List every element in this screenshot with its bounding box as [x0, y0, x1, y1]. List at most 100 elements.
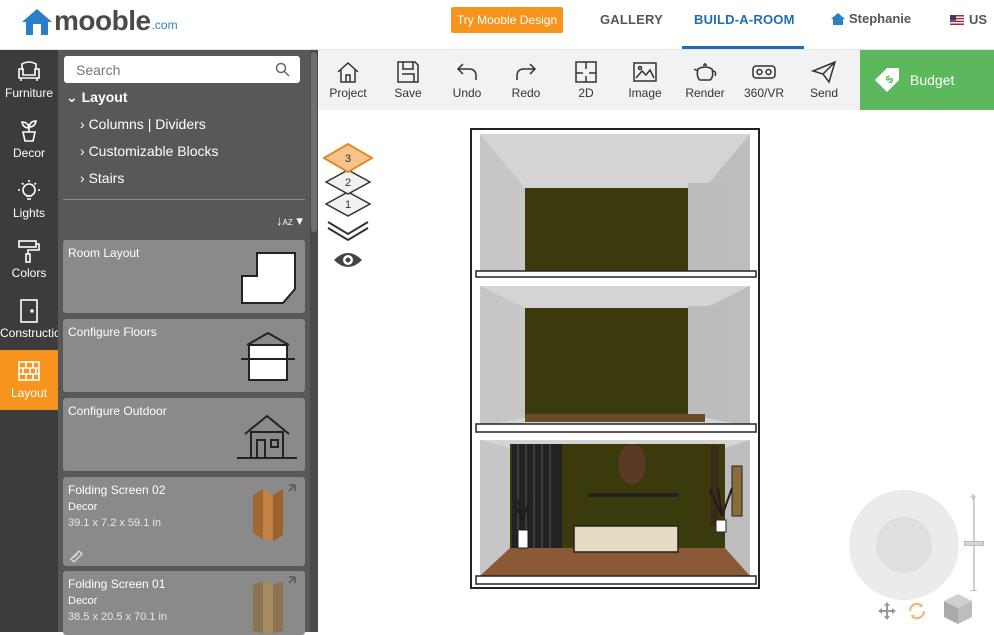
card-configure-outdoor[interactable]: Configure Outdoor [63, 398, 305, 471]
search-box [64, 56, 300, 83]
teapot-icon [693, 63, 717, 81]
category-label: Lights [12, 206, 46, 220]
door-icon [20, 299, 38, 323]
rotate-icon[interactable] [906, 600, 928, 622]
active-nav-underline [682, 46, 804, 49]
nav-build-a-room[interactable]: BUILD-A-ROOM [694, 12, 795, 27]
floor-plan-icon [575, 61, 597, 83]
mooble-logo[interactable]: mooble .com [20, 5, 178, 37]
house-logo-icon [22, 9, 52, 35]
search-icon[interactable] [275, 62, 290, 77]
tree-layout-toggle[interactable]: ⌄ Layout [66, 89, 128, 106]
card-title: Configure Floors [68, 325, 157, 339]
category-lights[interactable]: Lights [0, 170, 58, 230]
sort-icon[interactable]: ↓AZ ▾ [276, 213, 303, 229]
zoom-in-icon[interactable]: + [969, 489, 977, 504]
360-vr-button[interactable]: 360/VR [734, 50, 794, 110]
category-label: Decor [12, 146, 45, 160]
level-2[interactable]: 2 [324, 169, 372, 195]
card-configure-floors[interactable]: Configure Floors [63, 319, 305, 392]
tree-item-label: Customizable Blocks [88, 143, 219, 159]
tool-label: Project [329, 86, 367, 100]
bulb-icon [18, 180, 40, 200]
category-label: Furniture [4, 86, 54, 100]
redo-icon [516, 63, 537, 80]
eye-icon[interactable] [332, 248, 364, 272]
category-sidebar: Furniture Decor Lights Colors Constructi… [0, 50, 67, 632]
redo-button[interactable]: Redo [496, 50, 556, 110]
floppy-disk-icon [397, 61, 419, 83]
ruler-icon[interactable] [69, 549, 83, 563]
save-button[interactable]: Save [378, 50, 438, 110]
user-menu[interactable]: Stephanie [830, 11, 911, 26]
language-label: US [969, 12, 988, 27]
nav-gallery[interactable]: GALLERY [600, 12, 663, 27]
project-button[interactable]: Project [318, 50, 378, 110]
category-colors[interactable]: Colors [0, 230, 58, 290]
card-room-layout[interactable]: Room Layout [63, 240, 305, 313]
2d-view-button[interactable]: 2D [556, 50, 616, 110]
image-button[interactable]: Image [615, 50, 675, 110]
plant-icon [21, 120, 37, 142]
image-icon [633, 62, 657, 82]
panel-scrollbar-thumb[interactable] [311, 52, 317, 232]
tool-label: Image [628, 86, 662, 100]
undo-icon [456, 63, 477, 80]
zoom-slider-handle[interactable] [964, 541, 984, 546]
try-mooble-design-button[interactable]: Try Mooble Design [451, 7, 563, 33]
logo-suffix: .com [151, 18, 178, 32]
price-tag-icon: $ [875, 68, 899, 92]
tree-item-stairs[interactable]: › Stairs [80, 170, 124, 186]
render-button[interactable]: Render [675, 50, 735, 110]
tool-label: Undo [452, 86, 482, 100]
category-decor[interactable]: Decor [0, 110, 58, 170]
joystick-center[interactable] [876, 517, 932, 573]
chevron-down-icon: ⌄ [66, 89, 78, 105]
floor-1-room [475, 440, 757, 585]
card-title: Folding Screen 02 [68, 483, 166, 497]
level-3[interactable]: 3 [322, 142, 374, 174]
cube-view-icon[interactable] [942, 592, 974, 626]
tool-label: 360/VR [743, 86, 785, 100]
orbit-joystick[interactable] [849, 490, 959, 600]
budget-button[interactable]: $ Budget [860, 50, 994, 110]
tree-head-label: Layout [81, 89, 128, 105]
language-selector[interactable]: US [950, 12, 987, 27]
category-label: Colors [11, 266, 47, 280]
level-3-label: 3 [345, 153, 351, 165]
level-selector[interactable]: 1 2 3 [322, 140, 378, 244]
tree-item-customizable-blocks[interactable]: › Customizable Blocks [80, 143, 219, 159]
card-category: Decor [68, 595, 98, 607]
room-layout-icon [241, 252, 296, 304]
category-construction[interactable]: Construction [0, 290, 67, 350]
level-1[interactable]: 1 [324, 191, 372, 217]
category-furniture[interactable]: Furniture [0, 50, 58, 110]
search-input[interactable] [64, 56, 264, 83]
card-dimensions: 38.5 x 20.5 x 70.1 in [68, 611, 168, 623]
home-icon [337, 61, 359, 83]
tree-item-label: Columns | Dividers [88, 116, 206, 132]
level-1-label: 1 [345, 199, 351, 211]
tree-item-columns-dividers[interactable]: › Columns | Dividers [80, 116, 206, 132]
tool-label: Render [685, 86, 725, 100]
pan-icon[interactable] [876, 600, 898, 622]
level-2-label: 2 [345, 177, 351, 189]
card-dimensions: 39.1 x 7.2 x 59.1 in [68, 517, 161, 529]
category-layout[interactable]: Layout [0, 350, 58, 410]
card-title: Folding Screen 01 [68, 577, 166, 591]
undo-button[interactable]: Undo [437, 50, 497, 110]
send-button[interactable]: Send [794, 50, 854, 110]
tool-label: Send [809, 86, 839, 100]
catalog-panel: ⌄ Layout › Columns | Dividers › Customiz… [58, 50, 310, 635]
top-bar: mooble .com Try Mooble Design GALLERY BU… [0, 0, 994, 50]
building-3d-view[interactable] [470, 128, 762, 590]
card-folding-screen-01[interactable]: Folding Screen 01 Decor 38.5 x 20.5 x 70… [63, 571, 305, 635]
chevron-right-icon: › [80, 116, 85, 132]
armchair-icon [18, 61, 40, 81]
card-folding-screen-02[interactable]: Folding Screen 02 Decor 39.1 x 7.2 x 59.… [63, 477, 305, 566]
card-title: Configure Outdoor [68, 404, 167, 418]
category-label: Layout [10, 386, 48, 400]
paint-roller-icon [18, 240, 40, 263]
folding-screen-image [253, 576, 296, 633]
tool-label: 2D [578, 86, 594, 100]
